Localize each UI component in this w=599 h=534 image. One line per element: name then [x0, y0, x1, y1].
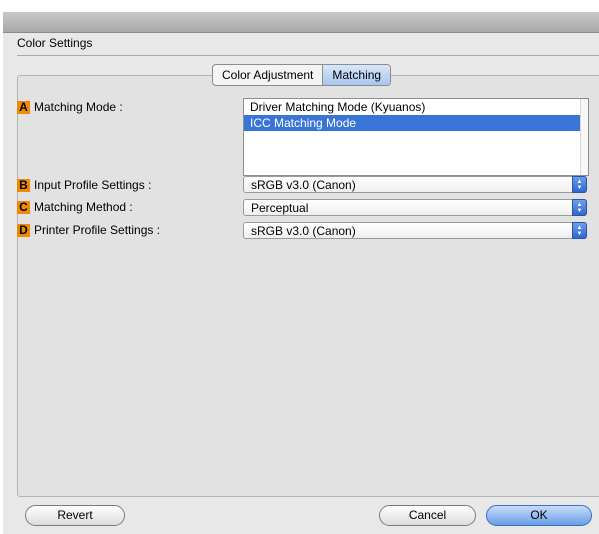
matching-method-row: C Matching Method :	[17, 200, 133, 214]
matching-mode-list[interactable]: Driver Matching Mode (Kyuanos) ICC Match…	[243, 98, 589, 176]
input-profile-row: B Input Profile Settings :	[17, 178, 151, 192]
printer-profile-popup[interactable]: sRGB v3.0 (Canon) ▲ ▼	[243, 222, 587, 239]
badge-a: A	[17, 100, 30, 114]
tab-matching[interactable]: Matching	[322, 65, 391, 85]
ok-button[interactable]: OK	[486, 505, 592, 526]
input-profile-label: Input Profile Settings :	[34, 178, 152, 192]
revert-button[interactable]: Revert	[25, 505, 125, 526]
up-down-arrows-icon: ▲ ▼	[572, 222, 587, 239]
tab-color-adjustment[interactable]: Color Adjustment	[213, 65, 322, 85]
section-divider	[17, 55, 599, 56]
list-item-selected[interactable]: ICC Matching Mode	[244, 115, 588, 131]
badge-b: B	[17, 178, 30, 192]
section-title: Color Settings	[17, 36, 93, 50]
printer-profile-label: Printer Profile Settings :	[34, 223, 161, 237]
tab-bar: Color Adjustment Matching	[212, 64, 392, 86]
input-profile-value: sRGB v3.0 (Canon)	[251, 178, 356, 192]
input-profile-popup[interactable]: sRGB v3.0 (Canon) ▲ ▼	[243, 176, 587, 193]
print-settings-window: Color Settings Color Adjustment Matching…	[3, 12, 599, 534]
badge-c: C	[17, 200, 30, 214]
matching-method-popup[interactable]: Perceptual ▲ ▼	[243, 199, 587, 216]
printer-profile-row: D Printer Profile Settings :	[17, 223, 160, 237]
up-down-arrows-icon: ▲ ▼	[572, 199, 587, 216]
cancel-button[interactable]: Cancel	[379, 505, 476, 526]
matching-method-label: Matching Method :	[34, 200, 133, 214]
list-item[interactable]: Driver Matching Mode (Kyuanos)	[244, 99, 588, 115]
matching-mode-row: A Matching Mode :	[17, 100, 123, 114]
printer-profile-value: sRGB v3.0 (Canon)	[251, 224, 356, 238]
matching-mode-label: Matching Mode :	[34, 100, 123, 114]
list-scrollbar[interactable]	[580, 99, 588, 175]
window-titlebar	[3, 12, 599, 33]
matching-method-value: Perceptual	[251, 201, 309, 215]
up-down-arrows-icon: ▲ ▼	[572, 176, 587, 193]
badge-d: D	[17, 223, 30, 237]
